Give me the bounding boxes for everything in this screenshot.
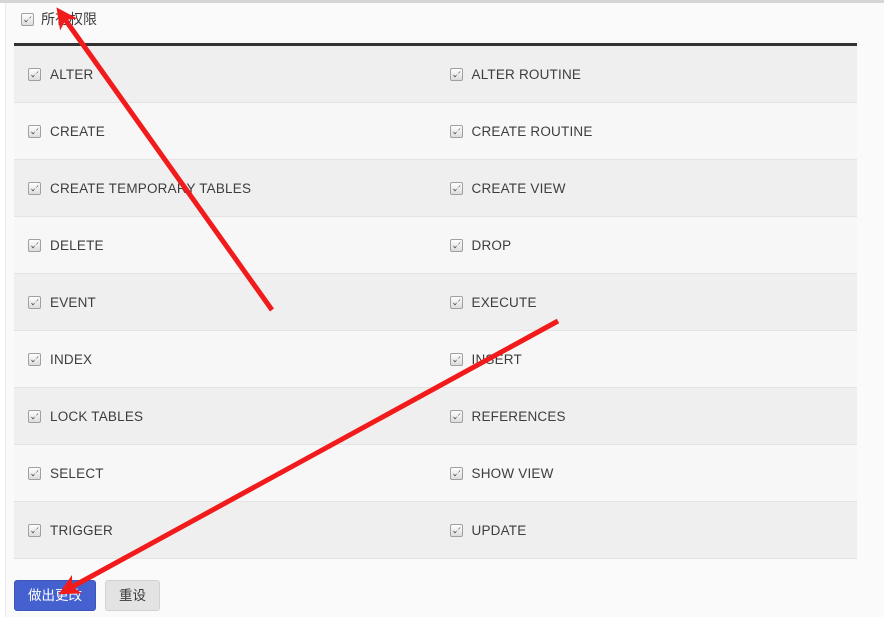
- privilege-label: UPDATE: [471, 522, 527, 538]
- privilege-cell-right[interactable]: EXECUTE: [436, 274, 858, 330]
- privilege-cell-right[interactable]: SHOW VIEW: [436, 445, 858, 501]
- privilege-checkbox[interactable]: [28, 523, 41, 537]
- table-row: TRIGGER UPDATE: [14, 502, 857, 559]
- privilege-label: REFERENCES: [471, 408, 566, 424]
- privilege-label: CREATE ROUTINE: [471, 123, 593, 139]
- privilege-cell-left[interactable]: EVENT: [14, 274, 436, 330]
- privileges-panel: 所有权限 ALTER ALTER ROUTINE CREATE CREATE ROUT…: [5, 3, 884, 617]
- privilege-label: ALTER ROUTINE: [471, 66, 582, 82]
- privilege-cell-left[interactable]: INDEX: [14, 331, 436, 387]
- privilege-cell-left[interactable]: ALTER: [14, 46, 436, 102]
- make-changes-button[interactable]: 做出更改: [14, 580, 96, 611]
- privileges-table: ALTER ALTER ROUTINE CREATE CREATE ROUTINE CR…: [14, 43, 857, 559]
- privilege-label: EXECUTE: [471, 294, 537, 310]
- privilege-label: LOCK TABLES: [50, 408, 144, 424]
- privilege-cell-left[interactable]: LOCK TABLES: [14, 388, 436, 444]
- privilege-checkbox[interactable]: [449, 238, 463, 252]
- privilege-checkbox[interactable]: [449, 409, 463, 423]
- privilege-label: EVENT: [50, 294, 97, 310]
- privilege-cell-right[interactable]: DROP: [436, 217, 858, 273]
- privilege-label: CREATE: [50, 123, 105, 139]
- privilege-cell-right[interactable]: CREATE ROUTINE: [436, 103, 858, 159]
- privilege-label: DELETE: [50, 237, 104, 253]
- privilege-cell-left[interactable]: DELETE: [14, 217, 436, 273]
- privilege-cell-left[interactable]: SELECT: [14, 445, 436, 501]
- privilege-label: TRIGGER: [50, 522, 113, 538]
- table-row: EVENT EXECUTE: [14, 274, 857, 331]
- privilege-checkbox[interactable]: [449, 523, 463, 537]
- privilege-label: ALTER: [50, 66, 94, 82]
- privilege-label: SELECT: [50, 465, 104, 481]
- privilege-label: DROP: [471, 237, 512, 253]
- privilege-checkbox[interactable]: [28, 295, 41, 309]
- privilege-label: CREATE TEMPORARY TABLES: [50, 180, 252, 196]
- privilege-checkbox[interactable]: [449, 295, 463, 309]
- privilege-checkbox[interactable]: [449, 352, 463, 366]
- table-row: DELETE DROP: [14, 217, 857, 274]
- privilege-checkbox[interactable]: [28, 124, 41, 138]
- privilege-checkbox[interactable]: [28, 181, 41, 195]
- privilege-cell-left[interactable]: CREATE: [14, 103, 436, 159]
- privilege-cell-right[interactable]: UPDATE: [436, 502, 858, 558]
- privilege-checkbox[interactable]: [449, 181, 463, 195]
- table-row: INDEX INSERT: [14, 331, 857, 388]
- privilege-label: INDEX: [50, 351, 93, 367]
- privilege-checkbox[interactable]: [449, 124, 463, 138]
- privilege-cell-right[interactable]: REFERENCES: [436, 388, 858, 444]
- privilege-label: CREATE VIEW: [471, 180, 566, 196]
- table-row: LOCK TABLES REFERENCES: [14, 388, 857, 445]
- privilege-checkbox[interactable]: [28, 352, 41, 366]
- privilege-cell-right[interactable]: CREATE VIEW: [436, 160, 858, 216]
- privilege-cell-left[interactable]: TRIGGER: [14, 502, 436, 558]
- all-privileges-row[interactable]: 所有权限: [21, 8, 97, 30]
- table-row: ALTER ALTER ROUTINE: [14, 46, 857, 103]
- privilege-cell-right[interactable]: ALTER ROUTINE: [436, 46, 858, 102]
- privilege-checkbox[interactable]: [28, 238, 41, 252]
- privilege-checkbox[interactable]: [28, 466, 41, 480]
- table-row: CREATE TEMPORARY TABLES CREATE VIEW: [14, 160, 857, 217]
- privilege-cell-right[interactable]: INSERT: [436, 331, 858, 387]
- form-actions: 做出更改 重设: [14, 580, 160, 611]
- reset-button[interactable]: 重设: [105, 580, 160, 611]
- privilege-label: SHOW VIEW: [471, 465, 554, 481]
- all-privileges-label: 所有权限: [41, 11, 97, 27]
- privilege-checkbox[interactable]: [449, 67, 463, 81]
- privilege-cell-left[interactable]: CREATE TEMPORARY TABLES: [14, 160, 436, 216]
- all-privileges-checkbox[interactable]: [21, 12, 34, 26]
- privilege-checkbox[interactable]: [28, 409, 41, 423]
- privilege-checkbox[interactable]: [449, 466, 463, 480]
- table-row: CREATE CREATE ROUTINE: [14, 103, 857, 160]
- privilege-checkbox[interactable]: [28, 67, 41, 81]
- privilege-label: INSERT: [471, 351, 522, 367]
- table-row: SELECT SHOW VIEW: [14, 445, 857, 502]
